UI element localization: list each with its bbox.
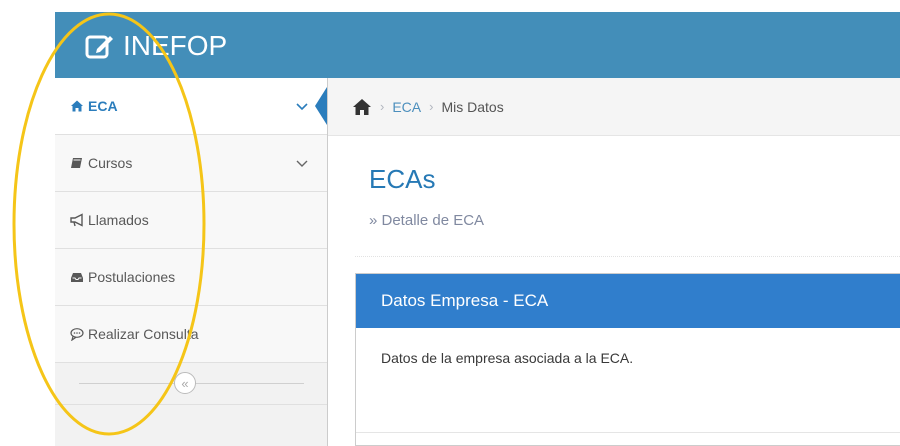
sidebar-item-llamados[interactable]: Llamados [55,192,327,249]
chevron-down-icon [296,103,308,111]
brand-name: INEFOP [123,30,228,61]
page-title: ECAs [369,164,436,194]
sidebar-item-label: ECA [88,98,118,114]
bullhorn-icon [70,213,83,227]
home-icon[interactable] [352,98,372,116]
collapse-sidebar-button[interactable]: « [174,372,196,394]
sidebar-item-eca[interactable]: ECA [55,78,327,135]
inbox-icon [71,273,83,282]
sidebar-item-cursos[interactable]: Cursos [55,135,327,192]
divider [356,432,900,433]
active-indicator [315,87,327,125]
sidebar-collapse: « [55,364,327,405]
comment-icon [70,328,84,341]
widget-header: Datos Empresa - ECA [356,274,900,328]
page-header: ECAs » Detalle de ECA [355,150,900,257]
edit-icon [85,35,113,59]
page-subtitle: » Detalle de ECA [369,212,485,229]
breadcrumb-item-eca[interactable]: ECA [392,99,421,115]
sidebar-item-label: Llamados [88,212,149,228]
sidebar-item-realizar-consulta[interactable]: Realizar Consulta [55,306,327,363]
chevron-down-icon [296,160,308,167]
sidebar-item-label: Postulaciones [88,269,176,285]
widget-datos-empresa: Datos Empresa - ECA Datos de la empresa … [355,273,900,446]
brand-logo[interactable]: INEFOP [85,26,227,66]
sidebar-item-label: Cursos [88,155,133,171]
widget-body: Datos de la empresa asociada a la ECA. [381,350,634,366]
sidebar-item-label: Realizar Consulta [88,326,199,342]
home-icon [71,100,83,112]
breadcrumb-separator: › [380,99,385,114]
sidebar: ECA Cursos Llamados Postulaciones Realiz… [55,78,328,446]
breadcrumb-item-mis-datos: Mis Datos [441,98,504,115]
breadcrumb: › ECA › Mis Datos [328,78,900,136]
breadcrumb-separator: › [429,99,434,114]
book-icon [71,158,82,168]
sidebar-item-postulaciones[interactable]: Postulaciones [55,249,327,306]
top-navbar: INEFOP [55,12,900,78]
